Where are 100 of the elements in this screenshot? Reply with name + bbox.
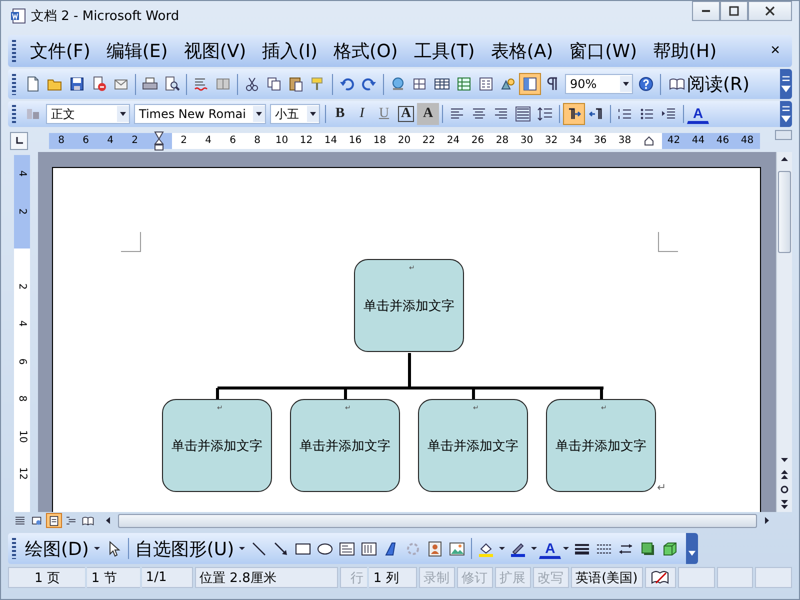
- right-indent-marker[interactable]: [644, 136, 654, 146]
- vertical-scrollbar[interactable]: [776, 152, 792, 512]
- cube-icon: [662, 540, 678, 556]
- clipboard-icon: [288, 76, 304, 92]
- bullet-list-icon: [639, 106, 655, 122]
- scroll-thumb[interactable]: [778, 171, 791, 253]
- menu-item[interactable]: 视图(V): [176, 39, 254, 63]
- pen-icon: [510, 540, 526, 556]
- web-view-icon: [31, 514, 43, 526]
- maximize-icon: [728, 5, 740, 17]
- status-panel: [678, 567, 715, 588]
- outline-view-icon: [65, 514, 77, 526]
- read-button[interactable]: 阅读(R): [664, 73, 755, 95]
- indent-marker[interactable]: [154, 131, 164, 151]
- maximize-button[interactable]: [720, 1, 748, 21]
- spelling-icon: [193, 76, 209, 92]
- character-border-button[interactable]: A: [395, 103, 417, 125]
- status-field: 改写: [532, 567, 569, 588]
- status-panel: [755, 567, 792, 588]
- open-book-icon: [669, 76, 685, 92]
- menu-item[interactable]: 帮助(H): [645, 39, 725, 63]
- ruler-number: 4: [16, 320, 28, 327]
- ruler-number: 8: [16, 396, 28, 402]
- status-field: 1/1: [142, 567, 193, 588]
- menu-item[interactable]: 文件(F): [22, 39, 98, 63]
- shadow-icon: [640, 540, 656, 556]
- split-handle[interactable]: [775, 130, 792, 140]
- ruler-number: 4: [16, 170, 28, 177]
- caret-icon: [307, 106, 319, 122]
- numbered-list-icon: [617, 106, 633, 122]
- book-icon: [215, 76, 231, 92]
- caret-icon: [620, 76, 632, 92]
- table-grid-icon: [434, 76, 450, 92]
- tab-selector[interactable]: [10, 132, 28, 150]
- crop-mark: [121, 232, 141, 252]
- status-field: 英语(美国): [570, 567, 643, 588]
- ruler-number: 12: [16, 467, 28, 480]
- undo-arrow-icon: [339, 76, 355, 92]
- caret-icon: [94, 547, 100, 550]
- caret-icon: [239, 547, 246, 550]
- help-icon: [638, 76, 654, 92]
- new-page-icon: [25, 76, 41, 92]
- style-dropdown[interactable]: 正文: [46, 104, 130, 124]
- close-button[interactable]: [748, 1, 792, 21]
- font-color-button[interactable]: A: [687, 104, 709, 124]
- paint-bucket-icon: [478, 540, 494, 556]
- caret-icon[interactable]: [531, 547, 538, 550]
- close-document-button[interactable]: ×: [766, 42, 784, 60]
- menu-item[interactable]: 工具(T): [406, 39, 483, 63]
- crop-mark: [658, 232, 678, 252]
- status-field: 位置 2.8厘米: [194, 567, 338, 588]
- text-box-icon: [339, 540, 356, 556]
- font-size-dropdown[interactable]: 小五: [270, 104, 320, 124]
- page-restricted-icon: [91, 76, 107, 92]
- left-to-right-icon: [566, 106, 582, 122]
- caret-icon[interactable]: [499, 547, 506, 550]
- spelling-status-icon[interactable]: [651, 570, 670, 584]
- tab-stop-icon: [14, 136, 24, 146]
- toolbar-options-icon[interactable]: [780, 69, 792, 99]
- caret-icon[interactable]: [563, 547, 570, 550]
- left-to-right-button[interactable]: [563, 103, 585, 125]
- character-shading-button[interactable]: A: [417, 103, 439, 125]
- font-color-button[interactable]: A: [539, 538, 562, 558]
- image-icon: [449, 540, 466, 556]
- autoshapes-menu[interactable]: 自选图形(U): [132, 538, 248, 560]
- diagram-icon: [405, 540, 422, 556]
- word-app-icon: [10, 8, 26, 24]
- document-map-button[interactable]: [519, 73, 541, 95]
- spreadsheet-icon: [456, 76, 472, 92]
- status-field: 1 页: [8, 567, 86, 588]
- reading-view-icon: [82, 514, 94, 526]
- minimize-button[interactable]: [692, 1, 720, 21]
- document-map-icon: [522, 76, 538, 92]
- status-field: 录制: [418, 567, 455, 588]
- two-pages-icon: [266, 76, 282, 92]
- ruler-number: 6: [16, 358, 28, 364]
- bold-button[interactable]: B: [329, 103, 351, 125]
- status-field: 行: [340, 567, 368, 588]
- status-field: 1 列: [369, 567, 417, 588]
- menu-item[interactable]: 窗口(W): [561, 39, 646, 63]
- page-magnifier-icon: [164, 76, 180, 92]
- globe-link-icon: [390, 76, 406, 92]
- right-to-left-icon: [588, 106, 604, 122]
- toolbar-options-icon[interactable]: [686, 533, 698, 564]
- print-layout-view-button[interactable]: [46, 513, 62, 528]
- normal-view-icon: [14, 514, 26, 526]
- draw-menu[interactable]: 绘图(D): [22, 538, 103, 560]
- shapes-icon: [500, 76, 516, 92]
- styles-icon: [25, 106, 41, 122]
- minimize-icon: [702, 10, 710, 12]
- close-icon: [764, 5, 776, 17]
- menu-item[interactable]: 表格(A): [482, 39, 562, 63]
- menu-item[interactable]: 编辑(E): [98, 39, 176, 63]
- zoom-dropdown[interactable]: 90%: [565, 74, 633, 94]
- font-dropdown[interactable]: Times New Romai: [134, 104, 266, 124]
- menu-item[interactable]: 插入(I): [254, 39, 326, 63]
- toolbar-options-icon[interactable]: [780, 101, 792, 127]
- menu-item[interactable]: 格式(O): [326, 39, 406, 63]
- printer-icon: [142, 76, 158, 92]
- italic-button[interactable]: I: [351, 103, 373, 125]
